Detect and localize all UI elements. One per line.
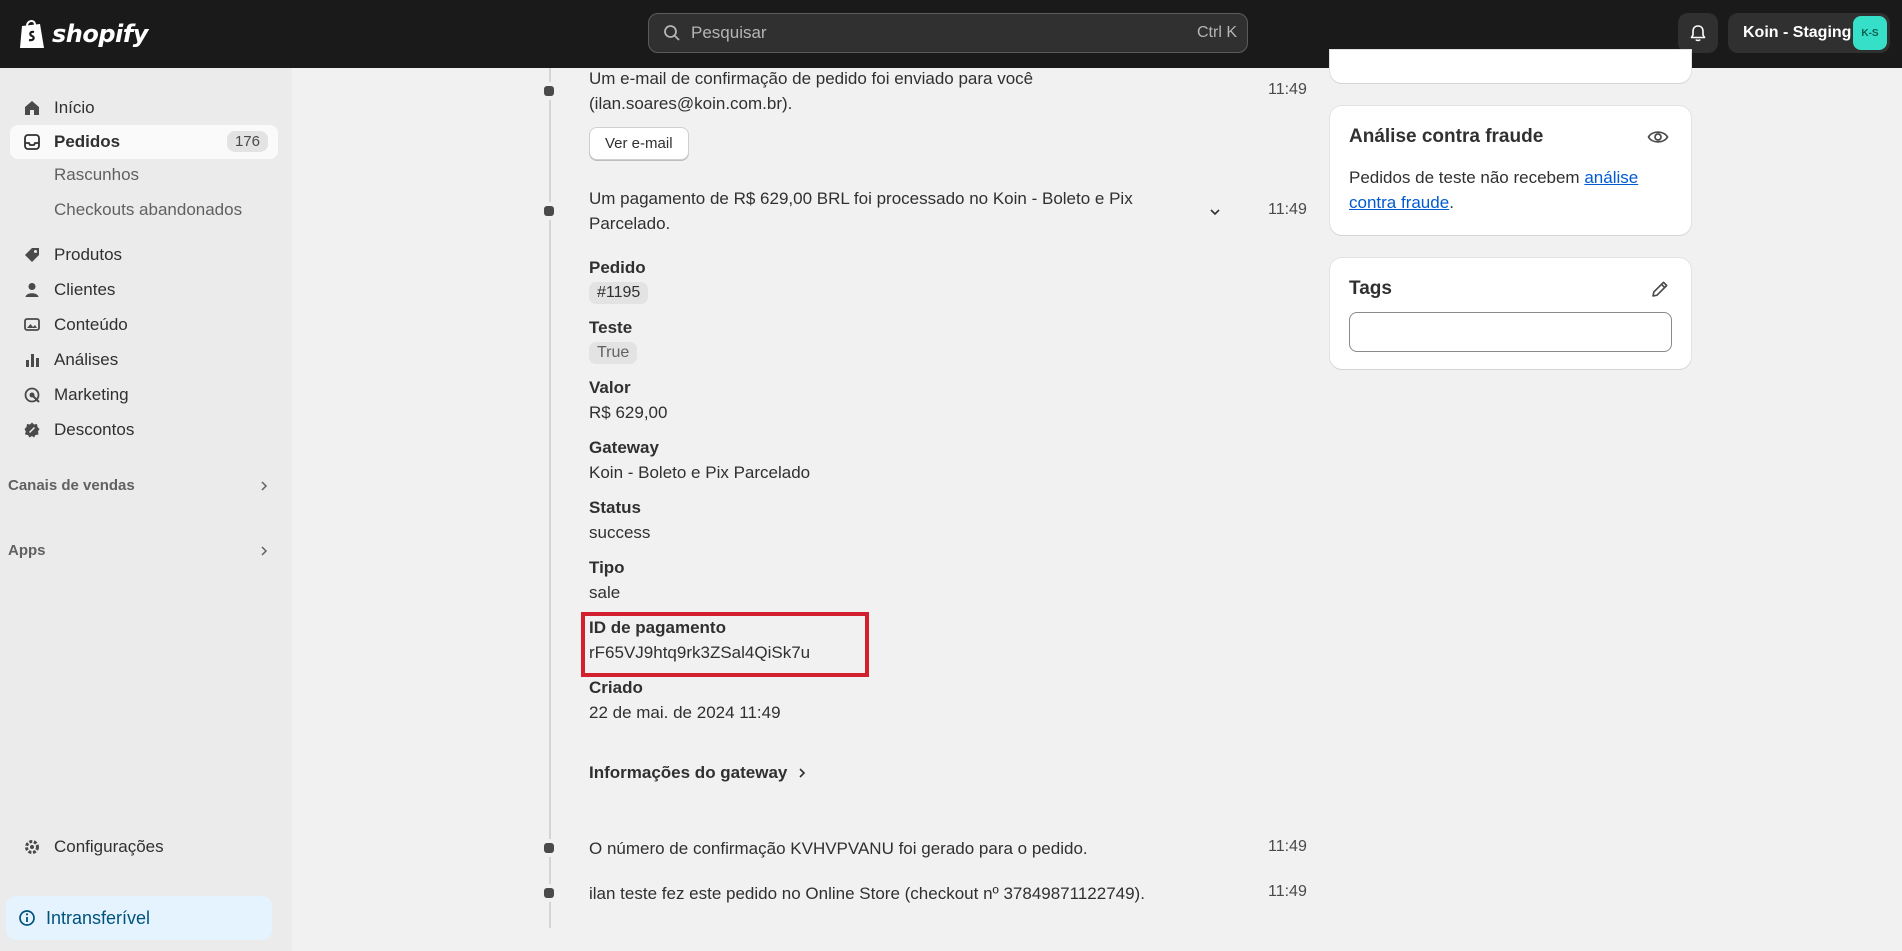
test-label: Teste bbox=[589, 318, 633, 337]
sidebar-item-discounts[interactable]: Descontos bbox=[10, 413, 278, 447]
bell-icon bbox=[1690, 25, 1706, 42]
pencil-icon[interactable] bbox=[1650, 279, 1670, 299]
sidebar-item-customers[interactable]: Clientes bbox=[10, 273, 278, 307]
person-icon bbox=[22, 280, 42, 300]
email-event-time: 11:49 bbox=[1268, 81, 1307, 98]
target-icon bbox=[22, 385, 42, 405]
email-event-text: Um e-mail de confirmação de pedido foi e… bbox=[589, 66, 1033, 116]
fraud-card-text-suffix: . bbox=[1449, 193, 1454, 212]
sidebar-item-products[interactable]: Produtos bbox=[10, 238, 278, 272]
fraud-card-text-prefix: Pedidos de teste não recebem bbox=[1349, 168, 1585, 187]
image-icon bbox=[22, 315, 42, 335]
inbox-icon bbox=[22, 132, 42, 152]
sidebar-item-label: Clientes bbox=[54, 280, 116, 299]
nontransferable-banner[interactable]: Intransferível bbox=[6, 896, 272, 940]
search-placeholder: Pesquisar bbox=[691, 23, 767, 42]
sidebar-item-drafts[interactable]: Rascunhos bbox=[54, 165, 139, 185]
gateway-label: Gateway bbox=[589, 438, 659, 457]
sidebar-item-marketing[interactable]: Marketing bbox=[10, 378, 278, 412]
created-value: 22 de mai. de 2024 11:49 bbox=[589, 703, 781, 722]
highlight-box bbox=[581, 612, 869, 677]
email-event-line2: (ilan.soares@koin.com.br). bbox=[589, 94, 793, 113]
fraud-card-title: Análise contra fraude bbox=[1349, 126, 1544, 147]
gear-icon bbox=[22, 837, 42, 857]
search-icon bbox=[664, 25, 680, 41]
order-placed-event-text: ilan teste fez este pedido no Online Sto… bbox=[589, 884, 1145, 903]
status-label: Status bbox=[589, 498, 641, 517]
payment-event-line1: Um pagamento de R$ 629,00 BRL foi proces… bbox=[589, 189, 1133, 208]
shopify-bag-icon bbox=[20, 20, 44, 48]
sidebar-item-label: Produtos bbox=[54, 245, 123, 264]
search-input[interactable]: Pesquisar Ctrl K bbox=[648, 13, 1248, 53]
bar-chart-icon bbox=[22, 350, 42, 370]
payment-event-text: Um pagamento de R$ 629,00 BRL foi proces… bbox=[589, 186, 1133, 236]
fraud-card-text: Pedidos de teste não recebem análise con… bbox=[1349, 165, 1669, 215]
tags-card-title: Tags bbox=[1349, 278, 1392, 299]
logo-text: shopify bbox=[52, 20, 148, 48]
tag-icon bbox=[22, 245, 42, 265]
amount-value: R$ 629,00 bbox=[589, 403, 668, 422]
sidebar-item-orders[interactable]: Pedidos 176 bbox=[10, 125, 278, 159]
tags-card: Tags bbox=[1330, 258, 1691, 369]
view-email-button[interactable]: Ver e-mail bbox=[589, 127, 689, 160]
sidebar-item-label: Análises bbox=[54, 350, 119, 369]
timeline-dot bbox=[540, 202, 558, 220]
order-number-badge: #1195 bbox=[589, 282, 649, 304]
type-label: Tipo bbox=[589, 558, 625, 577]
sidebar-item-label: Pedidos bbox=[54, 132, 121, 151]
store-name: Koin - Staging bbox=[1743, 24, 1852, 41]
tags-input[interactable] bbox=[1349, 312, 1672, 352]
timeline-dot bbox=[540, 884, 558, 902]
test-value-badge: True bbox=[589, 342, 638, 364]
sidebar-item-content[interactable]: Conteúdo bbox=[10, 308, 278, 342]
previous-card-bottom bbox=[1330, 50, 1691, 83]
timeline-dot bbox=[540, 82, 558, 100]
amount-label: Valor bbox=[589, 378, 631, 397]
discount-icon bbox=[22, 420, 42, 440]
timeline-dot bbox=[540, 839, 558, 857]
sidebar-item-label: Descontos bbox=[54, 420, 135, 439]
sidebar-item-analytics[interactable]: Análises bbox=[10, 343, 278, 377]
eye-icon[interactable] bbox=[1647, 128, 1669, 146]
notifications-button[interactable] bbox=[1678, 13, 1718, 53]
nontransferable-label: Intransferível bbox=[46, 907, 151, 928]
email-event-line1: Um e-mail de confirmação de pedido foi e… bbox=[589, 69, 1034, 88]
sidebar-item-label: Configurações bbox=[54, 837, 164, 856]
confirmation-event-text: O número de confirmação KVHVPVANU foi ge… bbox=[589, 839, 1088, 858]
timeline-line bbox=[549, 68, 551, 928]
store-avatar: K-S bbox=[1853, 16, 1887, 50]
created-label: Criado bbox=[589, 678, 643, 697]
sidebar-section-apps[interactable]: Apps bbox=[8, 542, 46, 559]
confirmation-event-time: 11:49 bbox=[1268, 838, 1307, 855]
sidebar-item-settings[interactable]: Configurações bbox=[10, 830, 278, 864]
sidebar-item-abandoned-checkouts[interactable]: Checkouts abandonados bbox=[54, 200, 242, 220]
order-label: Pedido bbox=[589, 258, 646, 277]
chevron-right-icon[interactable] bbox=[258, 480, 270, 492]
store-menu-button[interactable]: Koin - Staging K-S bbox=[1728, 13, 1890, 53]
shopify-logo[interactable]: shopify bbox=[18, 17, 148, 51]
order-placed-event-time: 11:49 bbox=[1268, 883, 1307, 900]
payment-event-line2: Parcelado. bbox=[589, 214, 671, 233]
info-icon bbox=[19, 910, 35, 926]
sidebar-item-label: Início bbox=[54, 98, 95, 117]
home-icon bbox=[22, 98, 42, 118]
status-value: success bbox=[589, 523, 651, 542]
gateway-info-link[interactable]: Informações do gateway bbox=[589, 763, 807, 783]
sidebar-item-label: Marketing bbox=[54, 385, 129, 404]
sidebar: Início Pedidos 176 Rascunhos Checkouts a… bbox=[0, 68, 292, 951]
search-shortcut: Ctrl K bbox=[1197, 24, 1237, 41]
gateway-value: Koin - Boleto e Pix Parcelado bbox=[589, 463, 811, 482]
sidebar-section-sales-channels[interactable]: Canais de vendas bbox=[8, 477, 135, 494]
payment-event-time: 11:49 bbox=[1268, 201, 1307, 218]
sidebar-item-home[interactable]: Início bbox=[10, 91, 278, 125]
fraud-analysis-card: Análise contra fraude Pedidos de teste n… bbox=[1330, 106, 1691, 235]
orders-count-badge: 176 bbox=[226, 131, 268, 152]
chevron-right-icon bbox=[799, 768, 806, 778]
sidebar-item-label: Conteúdo bbox=[54, 315, 128, 334]
type-value: sale bbox=[589, 583, 621, 602]
gateway-info-label: Informações do gateway bbox=[589, 763, 788, 782]
chevron-down-icon[interactable] bbox=[1207, 204, 1223, 220]
chevron-right-icon[interactable] bbox=[258, 545, 270, 557]
